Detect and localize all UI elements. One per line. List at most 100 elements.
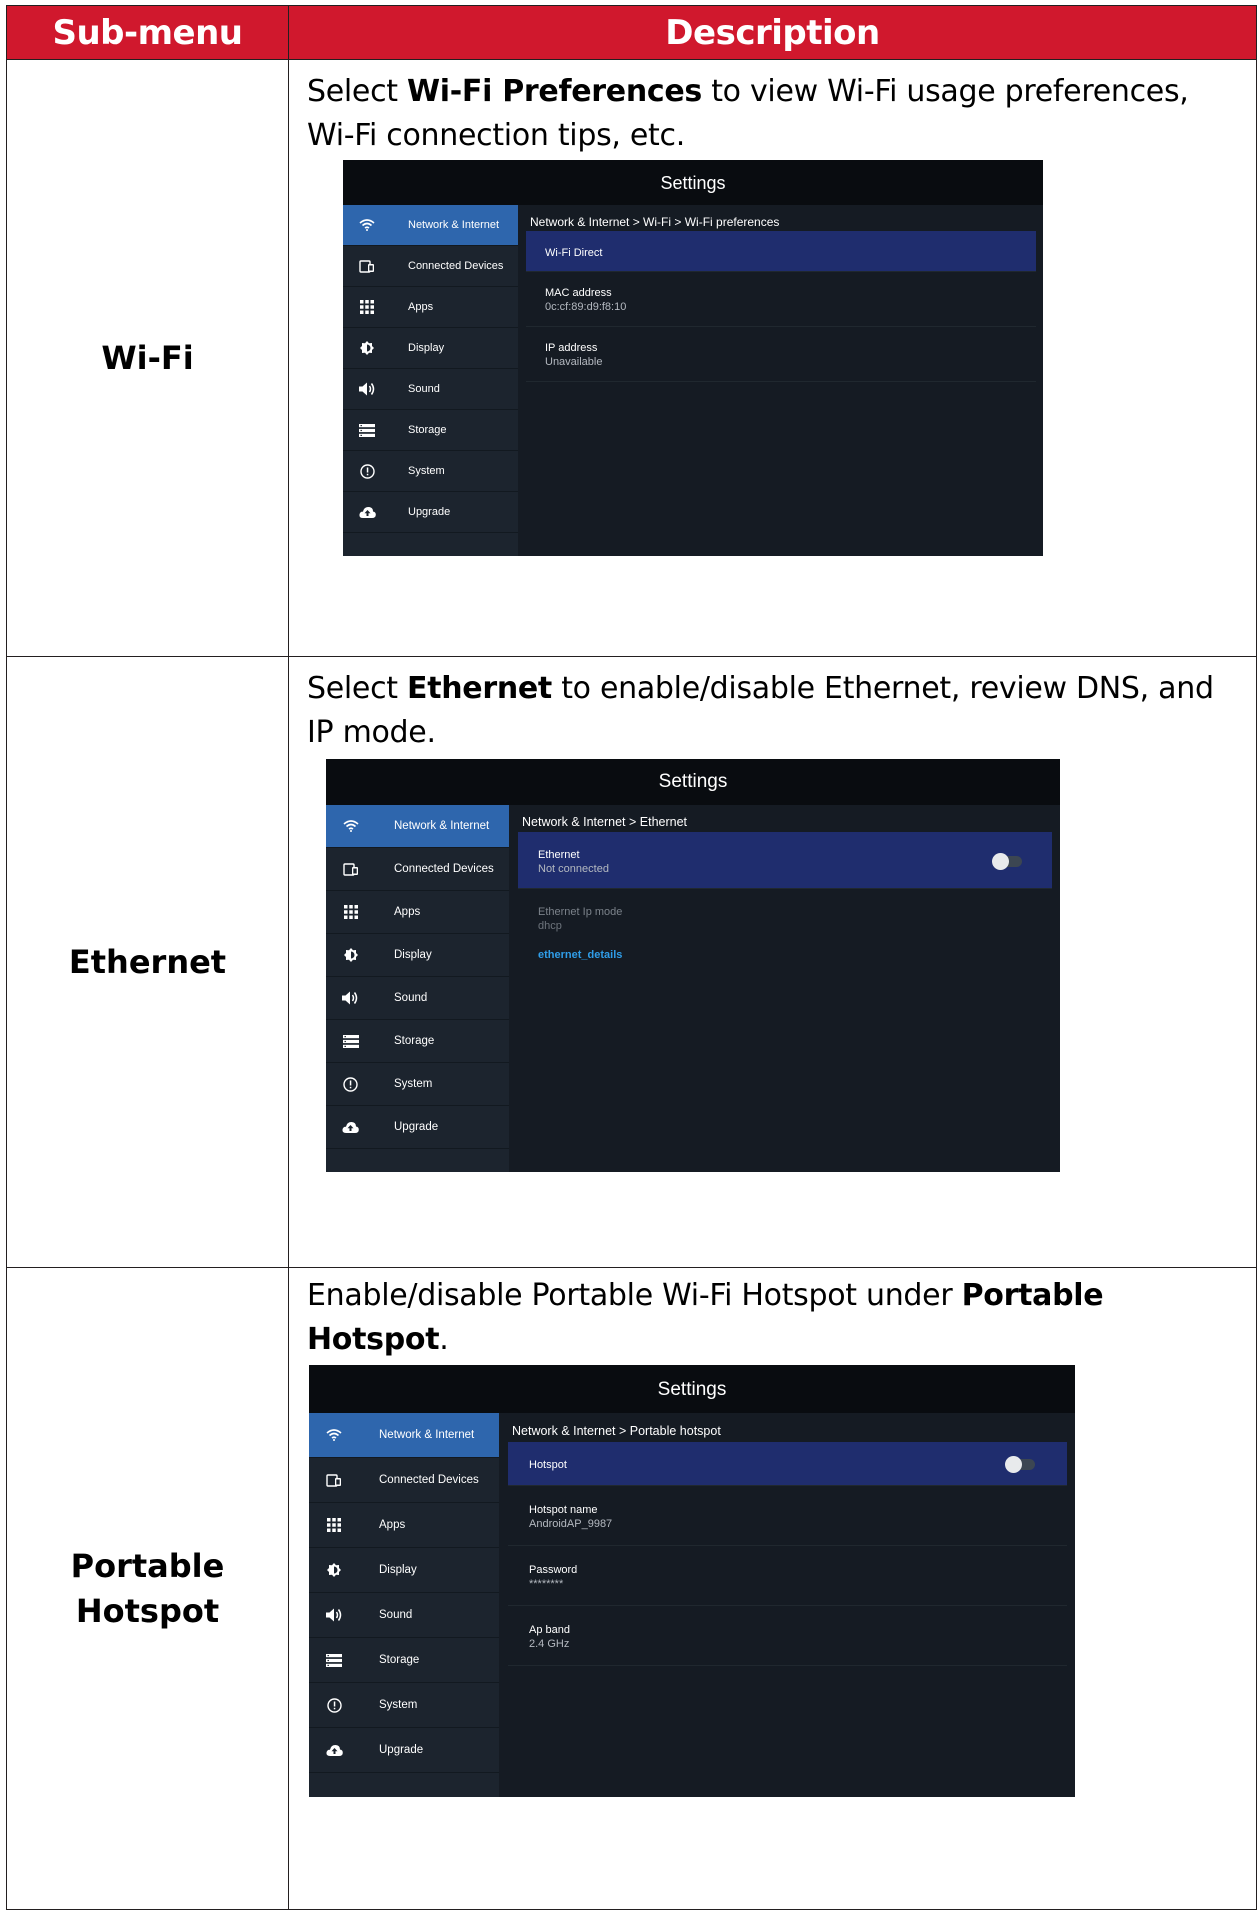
sidebar-item-label: Connected Devices <box>379 1474 479 1486</box>
description-cell: Select Ethernet to enable/disable Ethern… <box>288 656 1257 1268</box>
settings-sidebar: Network & Internet Connected Devices Apps D… <box>309 1413 499 1797</box>
mac-address-item[interactable]: MAC address 0c:cf:89:d9:f8:10 <box>526 272 1036 327</box>
sidebar-item-sound[interactable]: Sound <box>309 1593 499 1638</box>
sidebar-item-upgrade[interactable]: Upgrade <box>309 1728 499 1773</box>
sidebar-item-connected-devices[interactable]: Connected Devices <box>309 1458 499 1503</box>
ip-address-item[interactable]: IP address Unavailable <box>526 327 1036 382</box>
sidebar-item-storage[interactable]: Storage <box>343 410 518 451</box>
description-text: Select Wi-Fi Preferences to view Wi-Fi u… <box>307 70 1240 158</box>
item-label: Wi-Fi Direct <box>545 247 603 259</box>
sidebar-item-label: Storage <box>408 424 447 436</box>
sidebar-item-label: System <box>379 1699 418 1711</box>
storage-icon <box>342 1034 359 1048</box>
password-item[interactable]: Password ******** <box>508 1546 1067 1606</box>
storage-icon <box>359 423 375 437</box>
desc-text-post: . <box>439 1322 449 1357</box>
settings-title: Settings <box>309 1365 1075 1413</box>
info-circle-icon <box>325 1697 343 1713</box>
speaker-icon <box>342 991 359 1005</box>
sidebar-item-label: Network & Internet <box>408 219 500 231</box>
sidebar-item-label: Upgrade <box>379 1744 424 1756</box>
cloud-upload-icon <box>342 1121 359 1133</box>
sidebar-item-display[interactable]: Display <box>326 934 509 977</box>
ethernet-ip-mode-item: Ethernet Ip mode dhcp <box>518 889 1052 946</box>
sidebar-item-label: Apps <box>394 906 421 918</box>
submenu-cell: Ethernet <box>6 656 289 1268</box>
description-text: Select Ethernet to enable/disable Ethern… <box>307 667 1240 755</box>
sidebar-item-storage[interactable]: Storage <box>309 1638 499 1683</box>
hotspot-toggle-item[interactable]: Hotspot <box>508 1442 1067 1486</box>
desc-text-bold: Ethernet <box>407 671 552 706</box>
brightness-icon <box>342 948 359 962</box>
sidebar-item-network-internet[interactable]: Network & Internet <box>309 1413 499 1458</box>
ethernet-toggle-item[interactable]: Ethernet Not connected <box>518 832 1052 889</box>
hotspot-name-item[interactable]: Hotspot name AndroidAP_9987 <box>508 1486 1067 1546</box>
sidebar-item-label: Apps <box>408 301 434 313</box>
settings-sidebar: Network & Internet Connected Devices Apps D… <box>326 805 509 1172</box>
sidebar-item-apps[interactable]: Apps <box>309 1503 499 1548</box>
sidebar-item-apps[interactable]: Apps <box>326 891 509 934</box>
desc-text-bold: Wi-Fi Preferences <box>407 74 702 109</box>
item-value: AndroidAP_9987 <box>529 1518 613 1530</box>
sidebar-item-label: Connected Devices <box>394 863 494 875</box>
submenu-label-wifi: Wi-Fi <box>101 338 194 377</box>
desc-text-pre: Enable/disable Portable Wi-Fi Hotspot un… <box>307 1278 962 1313</box>
breadcrumb: Network & Internet > Wi-Fi > Wi-Fi prefe… <box>530 215 780 229</box>
sidebar-item-sound[interactable]: Sound <box>343 369 518 410</box>
item-value: Unavailable <box>545 356 603 368</box>
settings-sidebar: Network & Internet Connected Devices Apps D… <box>343 205 518 556</box>
sidebar-item-network-internet[interactable]: Network & Internet <box>343 205 518 246</box>
wifi-direct-item[interactable]: Wi-Fi Direct <box>526 231 1036 272</box>
ap-band-item[interactable]: Ap band 2.4 GHz <box>508 1606 1067 1666</box>
sidebar-item-system[interactable]: System <box>343 451 518 492</box>
sidebar-item-storage[interactable]: Storage <box>326 1020 509 1063</box>
submenu-cell: Wi-Fi <box>6 59 289 657</box>
devices-icon <box>359 259 375 273</box>
ethernet-details-link[interactable]: ethernet_details <box>538 949 622 961</box>
info-circle-icon <box>342 1076 359 1092</box>
sidebar-item-label: Sound <box>379 1609 413 1621</box>
description-cell: Select Wi-Fi Preferences to view Wi-Fi u… <box>288 59 1257 657</box>
item-value: ******** <box>529 1578 564 1590</box>
ethernet-toggle-switch[interactable] <box>992 853 1022 870</box>
table-row: Portable Hotspot Enable/disable Portable… <box>6 1267 1257 1910</box>
item-label: Hotspot name <box>529 1504 598 1516</box>
description-cell: Enable/disable Portable Wi-Fi Hotspot un… <box>288 1267 1257 1910</box>
table-row: Wi-Fi Select Wi-Fi Preferences to view W… <box>6 59 1257 657</box>
item-label: Password <box>529 1564 578 1576</box>
submenu-table: Sub-menu Description Wi-Fi Select Wi-Fi … <box>6 5 1257 1910</box>
item-value: 2.4 GHz <box>529 1638 570 1650</box>
table-header-row: Sub-menu Description <box>6 5 1257 60</box>
sidebar-item-label: Upgrade <box>394 1121 439 1133</box>
sidebar-item-upgrade[interactable]: Upgrade <box>326 1106 509 1149</box>
sidebar-item-system[interactable]: System <box>326 1063 509 1106</box>
sidebar-item-display[interactable]: Display <box>309 1548 499 1593</box>
settings-screenshot-hotspot: Settings Network & Internet Connected Dev… <box>309 1365 1075 1797</box>
devices-icon <box>325 1473 343 1487</box>
sidebar-item-connected-devices[interactable]: Connected Devices <box>343 246 518 287</box>
breadcrumb: Network & Internet > Ethernet <box>522 815 688 829</box>
sidebar-item-network-internet[interactable]: Network & Internet <box>326 805 509 848</box>
apps-grid-icon <box>359 300 375 314</box>
sidebar-item-apps[interactable]: Apps <box>343 287 518 328</box>
item-value: 0c:cf:89:d9:f8:10 <box>545 301 627 313</box>
sidebar-item-connected-devices[interactable]: Connected Devices <box>326 848 509 891</box>
settings-title: Settings <box>326 759 1060 805</box>
hotspot-toggle-switch[interactable] <box>1005 1456 1035 1473</box>
sidebar-item-display[interactable]: Display <box>343 328 518 369</box>
settings-main: Network & Internet > Portable hotspot Ho… <box>499 1413 1075 1797</box>
sidebar-item-label: Sound <box>408 383 440 395</box>
settings-main: Network & Internet > Ethernet Ethernet N… <box>509 805 1060 1172</box>
ethernet-details-item[interactable]: ethernet_details <box>518 946 1052 989</box>
sidebar-item-sound[interactable]: Sound <box>326 977 509 1020</box>
item-label: Ethernet <box>538 849 580 861</box>
sidebar-item-system[interactable]: System <box>309 1683 499 1728</box>
item-label: IP address <box>545 342 598 354</box>
settings-title: Settings <box>343 160 1043 205</box>
sidebar-item-label: Display <box>379 1564 417 1576</box>
table-row: Ethernet Select Ethernet to enable/disab… <box>6 656 1257 1268</box>
sidebar-item-upgrade[interactable]: Upgrade <box>343 492 518 533</box>
apps-grid-icon <box>325 1518 343 1532</box>
settings-main: Network & Internet > Wi-Fi > Wi-Fi prefe… <box>518 205 1043 556</box>
cloud-upload-icon <box>325 1744 343 1756</box>
